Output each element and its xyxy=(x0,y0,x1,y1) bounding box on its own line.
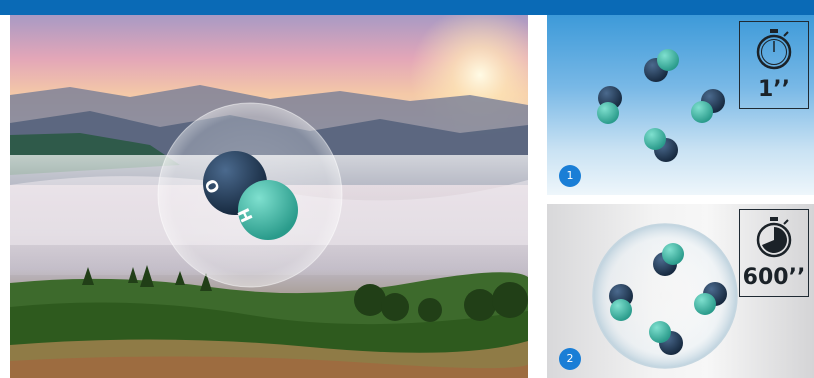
stopwatch-icon xyxy=(756,29,792,70)
step-badge-1: 1 xyxy=(559,165,581,187)
molecule xyxy=(609,284,633,321)
molecule-bubble xyxy=(157,102,343,288)
landscape-illustration xyxy=(10,15,528,378)
timer-value-2: 600’’ xyxy=(742,265,806,290)
timer-box-2: 600’’ xyxy=(739,209,809,297)
molecule xyxy=(691,89,725,123)
step-panel-2: 600’’ 2 xyxy=(547,204,814,378)
molecule xyxy=(597,86,622,124)
hero-image: O H xyxy=(10,15,528,378)
step-panel-1: 1’’ 1 xyxy=(547,15,814,195)
molecule xyxy=(644,128,678,162)
top-accent-bar xyxy=(0,0,814,15)
step-badge-2: 2 xyxy=(559,348,581,370)
timer-box-1: 1’’ xyxy=(739,21,809,109)
timer-value-1: 1’’ xyxy=(757,77,791,102)
molecule xyxy=(644,49,679,82)
stopwatch-filled-icon xyxy=(756,217,792,258)
